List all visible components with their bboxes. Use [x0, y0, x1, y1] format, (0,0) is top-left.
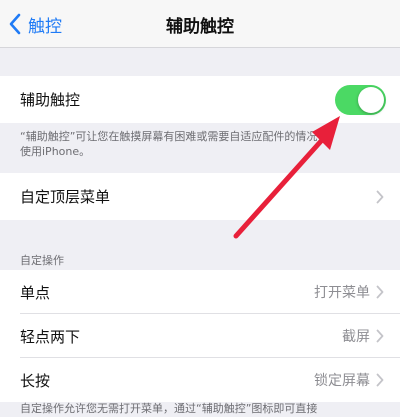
assistive-touch-toggle[interactable] — [335, 85, 386, 115]
chevron-right-icon — [376, 329, 384, 343]
action-row-single-tap[interactable]: 单点 打开菜单 — [0, 270, 400, 314]
action-label: 长按 — [20, 371, 51, 390]
action-label: 轻点两下 — [20, 327, 81, 346]
action-label: 单点 — [20, 283, 51, 302]
toggle-knob — [358, 87, 384, 113]
assistive-touch-footnote: “辅助触控”可让您在触摸屏幕有困难或需要自适应配件的情况下 使用iPhone。 — [20, 129, 360, 159]
action-value: 截屏 — [342, 329, 370, 345]
chevron-right-icon — [376, 373, 384, 387]
page-title: 辅助触控 — [166, 17, 234, 37]
custom-actions-header: 自定操作 — [20, 254, 64, 267]
footnote-line-1: “辅助触控”可让您在触摸屏幕有困难或需要自适应配件的情况下 — [20, 130, 329, 143]
action-value: 打开菜单 — [314, 285, 370, 301]
action-row-long-press[interactable]: 长按 锁定屏幕 — [0, 358, 400, 402]
action-row-double-tap[interactable]: 轻点两下 截屏 — [0, 314, 400, 358]
footnote-line-2: 使用iPhone。 — [20, 145, 91, 158]
customize-top-menu-label: 自定顶层菜单 — [20, 188, 111, 206]
chevron-right-icon — [376, 285, 384, 299]
navigation-bar: 触控 辅助触控 — [0, 0, 400, 48]
chevron-right-icon — [376, 190, 384, 203]
customize-top-menu-row[interactable]: 自定顶层菜单 — [0, 173, 400, 220]
assistive-touch-label: 辅助触控 — [20, 91, 81, 109]
action-value: 锁定屏幕 — [314, 373, 370, 389]
custom-actions-footnote: 自定操作允许您无需打开菜单，通过“辅助触控”图标即可直接 — [20, 402, 318, 415]
